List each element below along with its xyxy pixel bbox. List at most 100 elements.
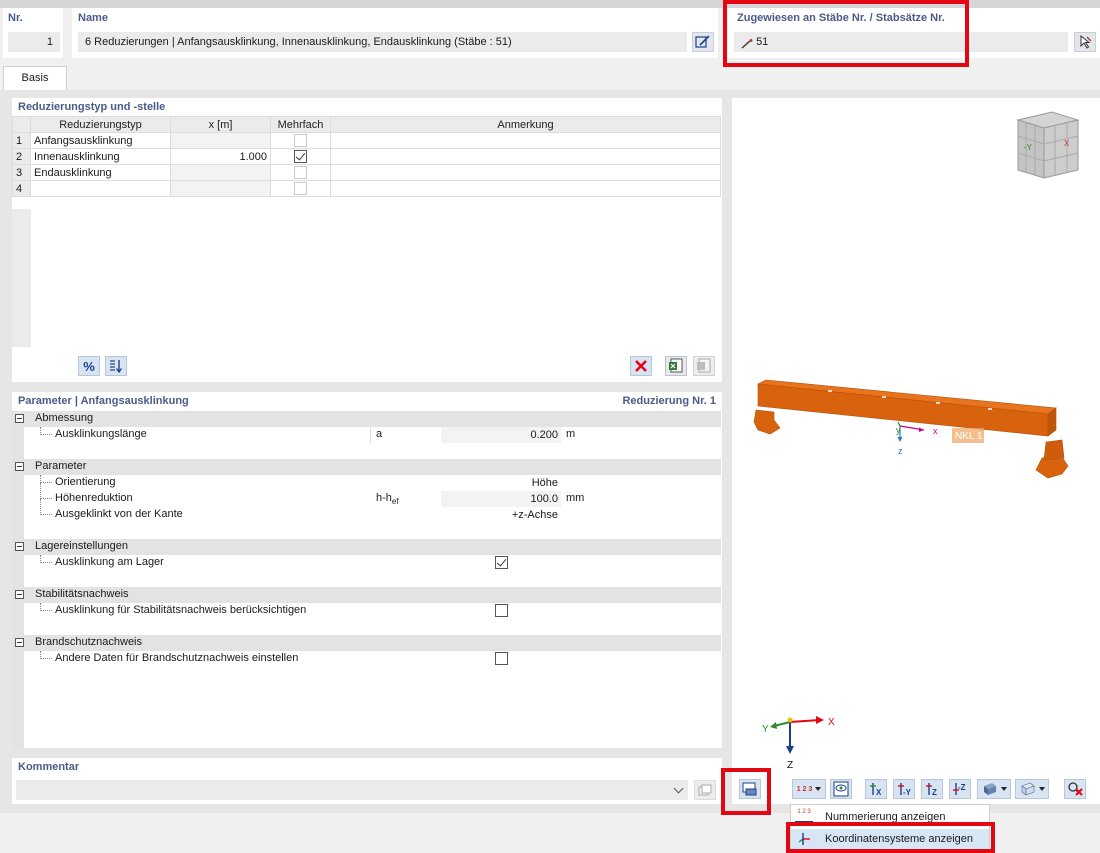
view-cube[interactable]: -Y X (1012, 110, 1084, 186)
cell-typ[interactable]: Innenausklinkung (30, 148, 171, 165)
collapse-icon[interactable] (15, 542, 24, 551)
col-header-x: x [m] (170, 116, 271, 133)
param-row[interactable]: Höhenreduktion h-hef 100.0 mm (12, 483, 721, 507)
group-lagereinstellungen[interactable]: Lagereinstellungen (12, 539, 721, 555)
group-stabilitaetsnachweis[interactable]: Stabilitätsnachweis (12, 587, 721, 603)
view-z-button[interactable]: Z (921, 779, 943, 799)
cell-anmerkung[interactable] (330, 132, 721, 149)
param-row[interactable]: Ausklinkungslänge a 0.200 m (12, 427, 721, 443)
nr-field[interactable]: 1 (8, 32, 60, 52)
cell-typ[interactable]: Anfangsausklinkung (30, 132, 171, 149)
render-mode-dropdown[interactable] (977, 779, 1011, 799)
brandschutz-checkbox[interactable] (495, 652, 508, 665)
cell-x[interactable] (170, 164, 271, 181)
comment-copy-button[interactable] (694, 780, 716, 800)
import-button[interactable] (693, 356, 715, 376)
collapse-icon[interactable] (15, 590, 24, 599)
export-button[interactable] (665, 356, 687, 376)
cell-typ[interactable] (30, 180, 171, 197)
view-minus-z-button[interactable]: -Z (949, 779, 971, 799)
group-label: Abmessung (35, 412, 94, 424)
group-parameter[interactable]: Parameter (12, 459, 721, 475)
cell-typ[interactable]: Endausklinkung (30, 164, 171, 181)
param-row[interactable]: Ausklinkung am Lager (12, 555, 721, 571)
beam-label: NKL 1 (955, 431, 983, 442)
cell-mehrfach[interactable] (270, 132, 331, 149)
view-x-button[interactable]: X (865, 779, 887, 799)
global-axes: X Y Z (762, 716, 835, 771)
param-label: Höhenreduktion (55, 492, 133, 504)
mehrfach-checkbox[interactable] (294, 166, 307, 179)
reset-view-button[interactable] (1064, 779, 1086, 799)
cell-x[interactable]: 1.000 (170, 148, 271, 165)
sort-icon (110, 360, 123, 373)
mehrfach-checkbox[interactable] (294, 182, 307, 195)
cell-mehrfach[interactable] (270, 148, 331, 165)
viewport-3d[interactable]: -Y X x y z NKL 1 X Y Z (732, 98, 1100, 804)
view-minus-y-button[interactable]: -Y (893, 779, 915, 799)
transparency-dropdown[interactable] (1015, 779, 1049, 799)
nr-label: Nr. (8, 12, 23, 24)
group-brandschutznachweis[interactable]: Brandschutznachweis (12, 635, 721, 651)
collapse-icon[interactable] (15, 414, 24, 423)
collapse-icon[interactable] (15, 462, 24, 471)
param-value: +z-Achse (511, 509, 558, 521)
param-row[interactable]: Ausgeklinkt von der Kante +z-Achse (12, 499, 721, 523)
reset-view-icon (1068, 782, 1083, 796)
name-field[interactable]: 6 Reduzierungen | Anfangsausklinkung, In… (78, 32, 687, 52)
row-number: 4 (12, 180, 31, 197)
row-number-column-fill (12, 209, 31, 347)
comment-section: Kommentar (12, 758, 722, 804)
group-abmessung[interactable]: Abmessung (12, 411, 721, 427)
param-row[interactable]: Orientierung Höhe (12, 475, 721, 491)
edit-name-button[interactable] (692, 32, 714, 52)
param-row[interactable]: Andere Daten für Brandschutznachweis ein… (12, 651, 721, 667)
stabilitaet-checkbox[interactable] (495, 604, 508, 617)
table-row[interactable]: 1 Anfangsausklinkung (12, 132, 721, 149)
reduction-table: Reduzierungstyp x [m] Mehrfach Anmerkung… (12, 116, 721, 197)
row-number-header (12, 116, 31, 133)
cell-anmerkung[interactable] (330, 148, 721, 165)
chevron-down-icon[interactable] (673, 783, 684, 794)
cell-anmerkung[interactable] (330, 164, 721, 181)
visibility-button[interactable] (830, 779, 852, 799)
percent-button[interactable]: % (78, 356, 100, 376)
svg-text:X: X (876, 788, 882, 797)
cell-x[interactable] (170, 132, 271, 149)
numbering-menu-icon: 1 2 3 (795, 809, 813, 823)
tab-basis[interactable]: Basis (3, 66, 67, 90)
beam-model[interactable]: x y z NKL 1 (748, 378, 1098, 498)
cell-mehrfach[interactable] (270, 164, 331, 181)
mehrfach-checkbox[interactable] (294, 150, 307, 163)
table-row[interactable]: 2 Innenausklinkung 1.000 (12, 148, 721, 165)
svg-text:-Y: -Y (903, 788, 912, 797)
svg-text:-Z: -Z (958, 783, 966, 792)
tree-connector (40, 483, 52, 499)
param-value-field[interactable]: 0.200 (441, 427, 561, 443)
table-row[interactable]: 3 Endausklinkung (12, 164, 721, 181)
numbering-dropdown-button[interactable]: 1 2 3 (792, 779, 826, 799)
eye-mode-icon (833, 781, 849, 797)
cell-anmerkung[interactable] (330, 180, 721, 197)
param-value: 0.200 (530, 429, 558, 441)
param-value-field[interactable]: +z-Achse (441, 507, 561, 523)
cell-mehrfach[interactable] (270, 180, 331, 197)
reduction-title: Reduzierungstyp und -stelle (18, 101, 166, 113)
comment-dropdown[interactable] (16, 780, 688, 800)
cell-x[interactable] (170, 180, 271, 197)
param-symbol-sub: ef (391, 497, 399, 507)
table-row[interactable]: 4 (12, 180, 721, 197)
sort-button[interactable] (105, 356, 127, 376)
param-value-field[interactable]: Höhe (441, 475, 561, 491)
param-value-field[interactable]: 100.0 (441, 491, 561, 507)
param-symbol: h-hef (376, 492, 399, 506)
ausklinkung-am-lager-checkbox[interactable] (495, 556, 508, 569)
mehrfach-checkbox[interactable] (294, 134, 307, 147)
delete-row-button[interactable] (630, 356, 652, 376)
tree-connector (40, 651, 52, 659)
pick-members-button[interactable] (1074, 32, 1096, 52)
param-value: 100.0 (530, 493, 558, 505)
cursor-pick-icon (1080, 35, 1092, 49)
collapse-icon[interactable] (15, 638, 24, 647)
param-row[interactable]: Ausklinkung für Stabilitätsnachweis berü… (12, 603, 721, 619)
